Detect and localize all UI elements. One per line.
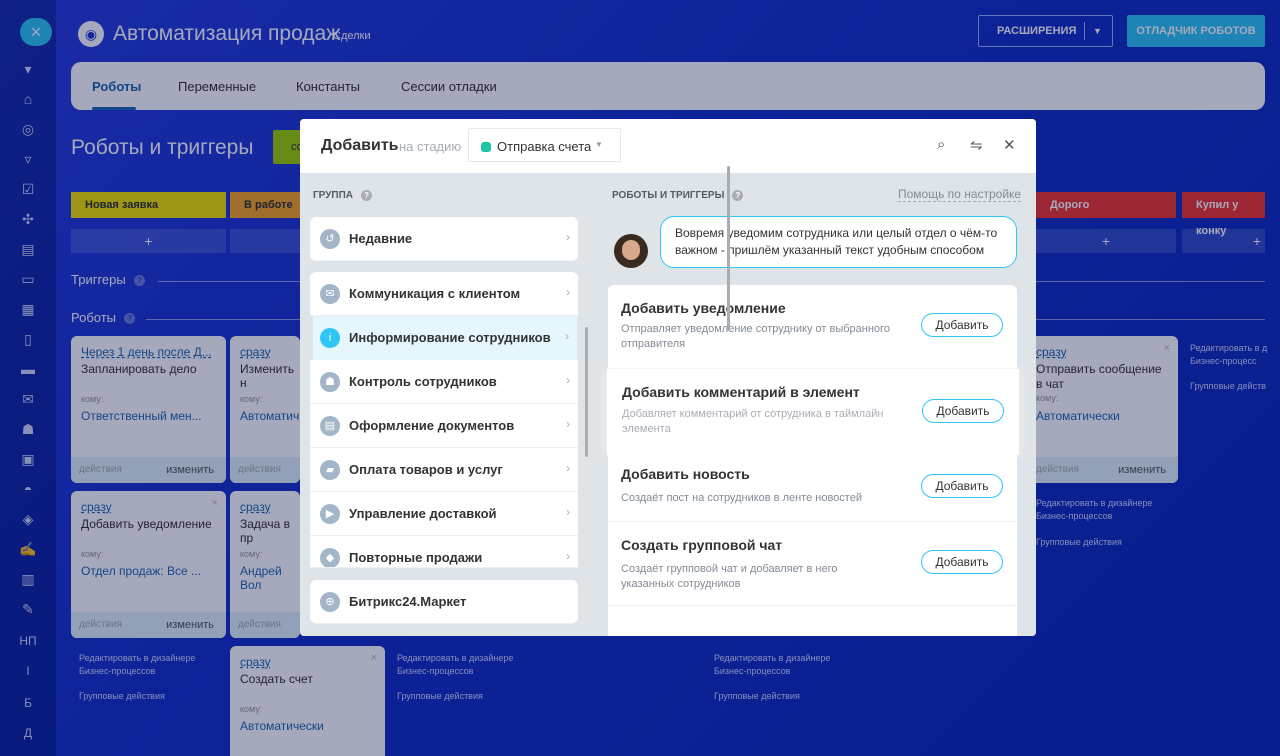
group-item-label: Битрикс24.Маркет xyxy=(349,594,467,609)
add-robot-button[interactable]: Добавить xyxy=(922,399,1004,423)
add-robot-button[interactable]: Добавить xyxy=(921,313,1003,337)
group-item-inform-employees[interactable]: i Информирование сотрудников › xyxy=(313,316,577,360)
stage-select[interactable]: Отправка счета ▼ xyxy=(468,128,621,162)
stage-color-dot xyxy=(481,142,491,152)
scrollbar[interactable] xyxy=(585,327,588,457)
robot-item-add-notification[interactable]: Добавить уведомление Отправляет уведомле… xyxy=(608,285,1017,369)
robot-description: Создаёт пост на сотрудников в ленте ново… xyxy=(621,492,862,504)
hint-bubble: Вовремя уведомим сотрудника или целый от… xyxy=(660,216,1017,268)
close-icon[interactable]: ✕ xyxy=(1003,136,1016,154)
group-item-payment[interactable]: ▰ Оплата товаров и услуг › xyxy=(310,448,578,492)
chevron-right-icon: › xyxy=(566,549,570,563)
wallet-icon: ▰ xyxy=(320,460,340,480)
help-icon[interactable]: ? xyxy=(361,190,373,201)
group-header-text: ГРУППА xyxy=(313,190,354,202)
dialog-header: Добавить на стадию Отправка счета ▼ ⌕ ⇋ … xyxy=(300,119,1036,173)
robot-title: Добавить уведомление xyxy=(621,300,786,316)
chevron-right-icon: › xyxy=(566,230,570,244)
market-icon: ⊕ xyxy=(320,592,340,612)
chevron-right-icon: › xyxy=(566,417,570,431)
chat-icon: ✉ xyxy=(320,284,340,304)
group-item-label: Информирование сотрудников xyxy=(349,330,551,345)
scrollbar[interactable] xyxy=(727,166,730,331)
group-header: ГРУППА? xyxy=(313,190,373,202)
robots-header-text: РОБОТЫ И ТРИГГЕРЫ xyxy=(612,190,725,202)
dialog-title: Добавить xyxy=(321,137,399,154)
chevron-right-icon: › xyxy=(566,505,570,519)
group-item-repeat-sales[interactable]: ◆ Повторные продажи › xyxy=(310,536,578,568)
group-panel: ГРУППА? ↺ Недавние › ✉ Коммуникация с кл… xyxy=(300,173,596,636)
chevron-right-icon: › xyxy=(566,461,570,475)
robot-item-add-comment[interactable]: Добавить комментарий в элемент Добавляет… xyxy=(607,369,1019,455)
history-icon: ↺ xyxy=(320,229,340,249)
robot-list: Добавить уведомление Отправляет уведомле… xyxy=(608,285,1017,636)
settings-sliders-icon[interactable]: ⇋ xyxy=(970,136,983,154)
stage-label: на стадию xyxy=(399,139,462,154)
add-robot-button[interactable]: Добавить xyxy=(921,474,1003,498)
chevron-right-icon: › xyxy=(566,285,570,299)
group-item-label: Контроль сотрудников xyxy=(349,374,497,389)
robot-description: Добавляет комментарий от сотрудника в та… xyxy=(622,408,884,435)
setup-help-link[interactable]: Помощь по настройке xyxy=(898,187,1022,202)
group-item-documents[interactable]: ▤ Оформление документов › xyxy=(310,404,578,448)
avatar xyxy=(614,234,648,268)
group-item-label: Повторные продажи xyxy=(349,550,483,565)
group-item-delivery[interactable]: ▶ Управление доставкой › xyxy=(310,492,578,536)
help-icon[interactable]: ? xyxy=(732,190,744,201)
group-item-label: Оформление документов xyxy=(349,418,515,433)
add-robot-button[interactable]: Добавить xyxy=(921,550,1003,574)
stage-select-value: Отправка счета xyxy=(497,139,592,154)
group-item-client-communication[interactable]: ✉ Коммуникация с клиентом › xyxy=(310,272,578,316)
group-item-label: Оплата товаров и услуг xyxy=(349,462,503,477)
robot-title: Добавить комментарий в элемент xyxy=(622,384,860,400)
group-item-label: Недавние xyxy=(349,231,413,246)
robot-item-add-news[interactable]: Добавить новость Создаёт пост на сотрудн… xyxy=(608,453,1017,522)
robot-title: Добавить новость xyxy=(621,466,750,482)
group-item-recent[interactable]: ↺ Недавние › xyxy=(310,217,578,261)
chevron-right-icon: › xyxy=(566,373,570,387)
document-icon: ▤ xyxy=(320,416,340,436)
chevron-right-icon: › xyxy=(565,329,569,343)
truck-icon: ▶ xyxy=(320,504,340,524)
group-item-market[interactable]: ⊕ Битрикс24.Маркет xyxy=(310,580,578,624)
people-icon: ☗ xyxy=(320,372,340,392)
info-icon: i xyxy=(320,328,340,348)
robots-header: РОБОТЫ И ТРИГГЕРЫ? xyxy=(612,190,744,202)
robot-title: Создать групповой чат xyxy=(621,537,783,553)
group-item-label: Коммуникация с клиентом xyxy=(349,286,521,301)
group-item-employee-control[interactable]: ☗ Контроль сотрудников › xyxy=(310,360,578,404)
sales-icon: ◆ xyxy=(320,548,340,567)
search-icon[interactable]: ⌕ xyxy=(937,136,945,153)
robot-description: Отправляет уведомление сотруднику от выб… xyxy=(621,323,890,350)
chevron-down-icon: ▼ xyxy=(595,140,603,149)
group-item-label: Управление доставкой xyxy=(349,506,497,521)
robot-item-create-group-chat[interactable]: Создать групповой чат Создаёт групповой … xyxy=(608,522,1017,606)
robot-description: Создаёт групповой чат и добавляет в него… xyxy=(621,563,838,590)
